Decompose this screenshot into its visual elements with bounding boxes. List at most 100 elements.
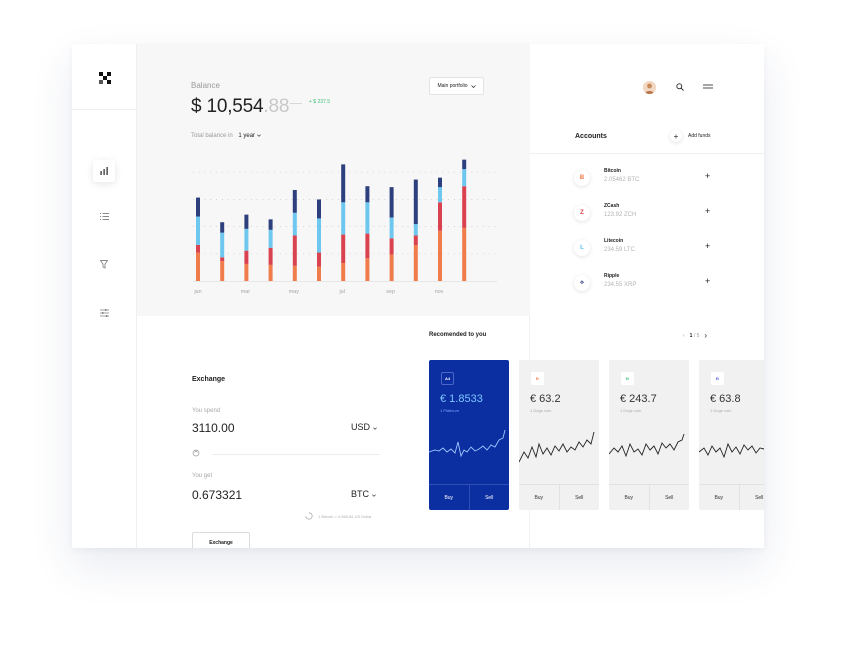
bar-segment [268,264,273,281]
card-subtitle: 1 Doge coin [710,408,732,413]
swap-icon[interactable] [192,449,200,457]
account-row-bitcoin[interactable]: Ƀ Bitcoin 2.05462 BTC + [574,168,724,192]
card-subtitle: 1 Doge coin [620,408,642,413]
coin-badge: A4 [441,372,454,385]
account-amount: 2.05462 BTC [604,177,640,183]
recommend-card[interactable]: Ð € 243.7 1 Doge coin Buy Sell [609,360,689,510]
add-icon[interactable]: + [705,206,710,216]
balance-divider [290,103,302,104]
litecoin-icon: Ł [574,240,590,256]
portfolio-dropdown[interactable]: Main portfolio [429,77,484,95]
exchange-divider [212,454,380,455]
sidebar [72,44,137,548]
chevron-down-icon [372,427,377,430]
balance-value: $ 10,554.88 [191,96,289,118]
bar-segment [462,159,467,170]
bar-segment [220,222,225,233]
account-row-ripple[interactable]: ⟡ Ripple 234.55 XRP + [574,273,724,297]
buy-button[interactable]: Buy [699,485,739,510]
get-currency: BTC [351,489,369,499]
card-actions: Buy Sell [429,484,509,510]
filter-icon [100,259,108,269]
card-actions: Buy Sell [609,484,689,510]
bar-segment [365,202,370,234]
bar-segment [413,179,418,225]
bar-segment [268,247,273,265]
get-input[interactable]: 0.673321 [192,488,242,502]
bar-segment [438,230,442,281]
sell-button[interactable]: Sell [738,485,765,510]
bar-segment [196,197,200,217]
bar-segment [365,233,370,259]
get-label: You get [192,473,213,479]
bar-segment [292,189,297,213]
sparkline [699,442,764,459]
sell-button[interactable]: Sell [468,485,510,510]
sell-button[interactable]: Sell [648,485,690,510]
x-tick-label: may [289,289,300,295]
add-icon[interactable]: + [705,171,710,181]
search-icon[interactable] [676,83,684,91]
account-amount: 234.59 LTC [604,247,635,253]
spend-input[interactable]: 3110.00 [192,421,235,435]
period-dropdown[interactable]: 1 year [238,133,261,139]
avatar[interactable] [643,81,656,94]
balance-delta: + $ 237.5 [309,99,330,105]
sidebar-item-dashboard[interactable] [93,160,115,182]
sidebar-item-list[interactable] [93,205,115,227]
bar-segment [438,187,442,203]
get-currency-select[interactable]: BTC [351,489,376,499]
buy-button[interactable]: Buy [519,485,559,510]
exchange-button[interactable]: Exchange [192,532,250,548]
bar-segment [341,164,346,203]
pager-total: 5 [696,332,700,339]
bar-segment [389,254,394,281]
menu-icon[interactable] [703,84,713,90]
bar-segment [365,258,370,281]
bar-segment [462,186,467,228]
sidebar-item-filter[interactable] [93,253,115,275]
exchange-title: Exchange [192,376,226,383]
x-tick-label: jan [193,289,201,295]
bar-segment [196,244,200,253]
coin-badge: Ð [711,372,724,385]
sparkline [429,429,506,458]
add-icon[interactable]: + [705,241,710,251]
accounts-title: Accounts [575,133,607,140]
account-name: Ripple [604,273,620,279]
bar-segment [389,217,394,239]
coin-badge: Ð [621,372,634,385]
user-avatar-icon [643,81,656,94]
bar-segment [220,232,225,258]
balance-panel: Balance $ 10,554.88 + $ 237.5 Main portf… [137,44,530,316]
recommend-card[interactable]: A4 € 1.8533 1 Platinum Buy Sell [429,360,509,510]
buy-button[interactable]: Buy [609,485,649,510]
spend-currency-select[interactable]: USD [351,422,377,432]
bar-segment [292,212,297,236]
sell-button[interactable]: Sell [558,485,600,510]
recommend-card[interactable]: Ð € 63.8 1 Doge coin Buy Sell [699,360,764,510]
balance-chart: jan mar may jul sep nov [193,159,497,295]
card-price: € 1.8533 [440,393,483,405]
bar-segment [317,266,321,281]
prev-page-icon[interactable]: ‹ [683,333,685,339]
pager-current: 1 [689,332,693,339]
bar-segment [389,187,394,218]
chevron-down-icon [256,134,261,137]
add-icon[interactable]: + [705,276,710,286]
recommend-card[interactable]: Ð € 63.2 1 Doge coin Buy Sell [519,360,599,510]
account-row-litecoin[interactable]: Ł Litecoin 234.59 LTC + [574,238,724,262]
card-actions: Buy Sell [519,484,599,510]
coin-badge: Ð [531,372,544,385]
bar-segment [317,252,321,267]
bar-chart-icon [100,167,108,175]
add-funds-button[interactable]: + Add funds [670,130,711,142]
card-subtitle: 1 Doge coin [530,408,552,413]
card-subtitle: 1 Platinum [440,408,459,413]
spend-currency: USD [351,422,371,432]
logo-icon[interactable] [99,72,111,84]
sidebar-item-settings[interactable] [93,302,115,324]
buy-button[interactable]: Buy [429,485,469,510]
account-row-zcash[interactable]: Z ZCash 123.92 ZCH + [574,203,724,227]
next-page-icon[interactable]: › [704,331,707,340]
